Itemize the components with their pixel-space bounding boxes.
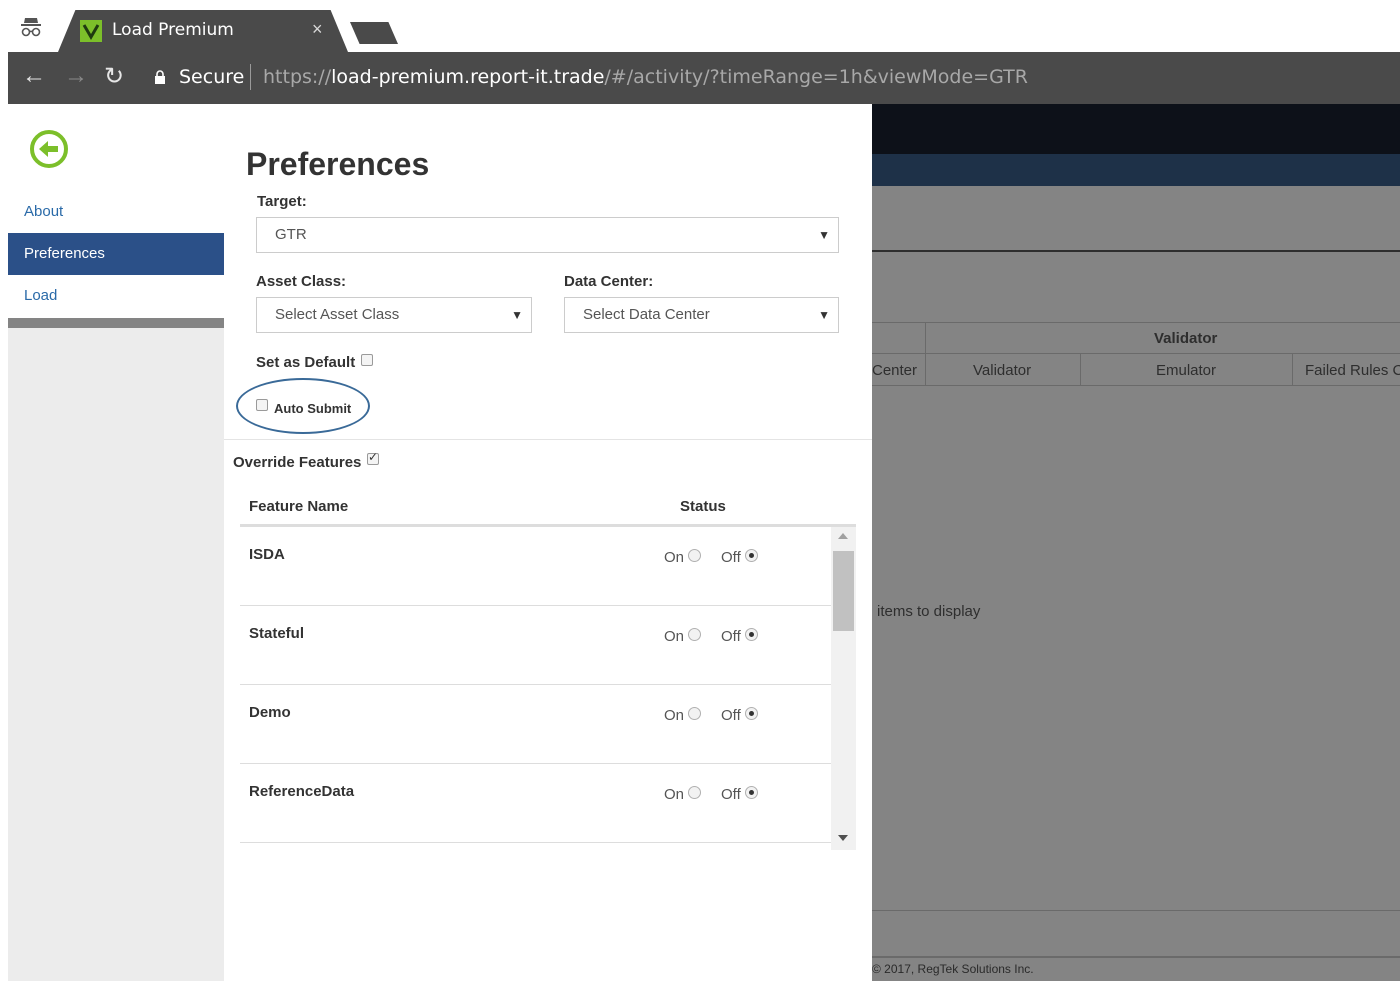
tab-title: Load Premium [112,20,234,40]
asset-class-label: Asset Class: [256,273,347,290]
radio-on[interactable] [688,549,701,562]
on-label: On [664,786,685,803]
radio-on[interactable] [688,628,701,641]
data-center-value: Select Data Center [583,306,710,323]
column-status: Status [680,498,726,515]
data-center-select[interactable]: Select Data Center ▼ [564,297,839,333]
forward-arrow-icon[interactable]: → [64,62,88,90]
auto-submit-checkbox[interactable] [256,399,268,411]
target-value: GTR [275,226,307,243]
chevron-down-icon: ▼ [511,308,523,322]
auto-submit-label: Auto Submit [274,401,352,416]
column-validator: Validator [973,362,1032,379]
back-circle-icon[interactable] [29,129,69,169]
radio-off[interactable] [745,786,758,799]
table-row: Stateful On Off [240,606,831,685]
column-emulator: Emulator [1156,362,1217,379]
sidebar-item-label: About [24,203,64,220]
off-label: Off [721,707,741,724]
radio-on[interactable] [688,707,701,720]
secure-label: Secure [179,66,245,88]
asset-class-value: Select Asset Class [275,306,400,323]
off-label: Off [721,628,741,645]
table-row: ReferenceData On Off [240,764,831,843]
column-center: Center [872,362,918,379]
off-label: Off [721,549,741,566]
app-header [872,104,1400,154]
url-path: /#/activity/?timeRange=1h&viewMode=GTR [604,66,1028,88]
tab-close-icon[interactable]: × [312,19,323,40]
radio-off[interactable] [745,628,758,641]
feature-name: ISDA [249,546,285,563]
override-features-label: Override Features [233,454,362,471]
section-divider [224,439,872,440]
radio-off[interactable] [745,707,758,720]
sidebar-item-preferences[interactable]: Preferences [8,233,224,275]
set-default-checkbox[interactable] [361,354,373,366]
empty-table-message: items to display [877,603,981,620]
tab-favicon-icon [80,20,102,42]
feature-name: Demo [249,704,291,721]
table-column-divider [925,322,926,386]
radio-off[interactable] [745,549,758,562]
sidebar-item-load[interactable]: Load [8,275,224,317]
table-column-divider [1080,354,1081,386]
scroll-thumb[interactable] [833,551,854,631]
table-column-divider [1292,354,1293,386]
on-label: On [664,707,685,724]
lock-icon [155,70,165,84]
app-divider [872,250,1400,252]
copyright: © 2017, RegTek Solutions Inc. [872,962,1034,976]
radio-on[interactable] [688,786,701,799]
target-select[interactable]: GTR ▼ [256,217,839,253]
feature-name: Stateful [249,625,305,642]
asset-class-select[interactable]: Select Asset Class ▼ [256,297,532,333]
chevron-down-icon: ▼ [818,228,830,242]
app-navbar [872,154,1400,186]
sidebar-background [8,328,224,981]
scroll-up-icon[interactable] [838,533,848,539]
table-row: Demo On Off [240,685,831,764]
table-group-header [872,322,1400,354]
address-bar[interactable]: https://load-premium.report-it.trade/#/a… [263,66,1028,88]
set-default-label: Set as Default [256,354,356,371]
on-label: On [664,628,685,645]
url-host: load-premium.report-it.trade [331,66,605,88]
footer-divider [872,910,1400,911]
chevron-down-icon: ▼ [818,308,830,322]
page-title: Preferences [246,146,430,182]
override-features-checkbox[interactable] [367,450,379,465]
on-label: On [664,549,685,566]
url-separator [250,64,251,90]
scroll-down-icon[interactable] [838,835,848,841]
off-label: Off [721,786,741,803]
sidebar-item-about[interactable]: About [8,191,224,233]
data-center-label: Data Center: [564,273,654,290]
incognito-icon [21,18,41,37]
sidebar-item-label: Load [24,287,58,304]
target-label: Target: [257,193,307,210]
footer-divider [872,956,1400,958]
column-group-validator: Validator [1154,330,1218,347]
column-feature-name: Feature Name [249,498,349,515]
feature-name: ReferenceData [249,783,355,800]
back-arrow-icon[interactable]: ← [22,62,46,90]
reload-icon[interactable]: ↻ [104,62,124,91]
url-scheme: https:// [263,66,332,88]
column-failed-rules: Failed Rules C [1305,362,1400,379]
sidebar-item-label: Preferences [24,245,105,262]
table-row: ISDA On Off [240,527,831,606]
